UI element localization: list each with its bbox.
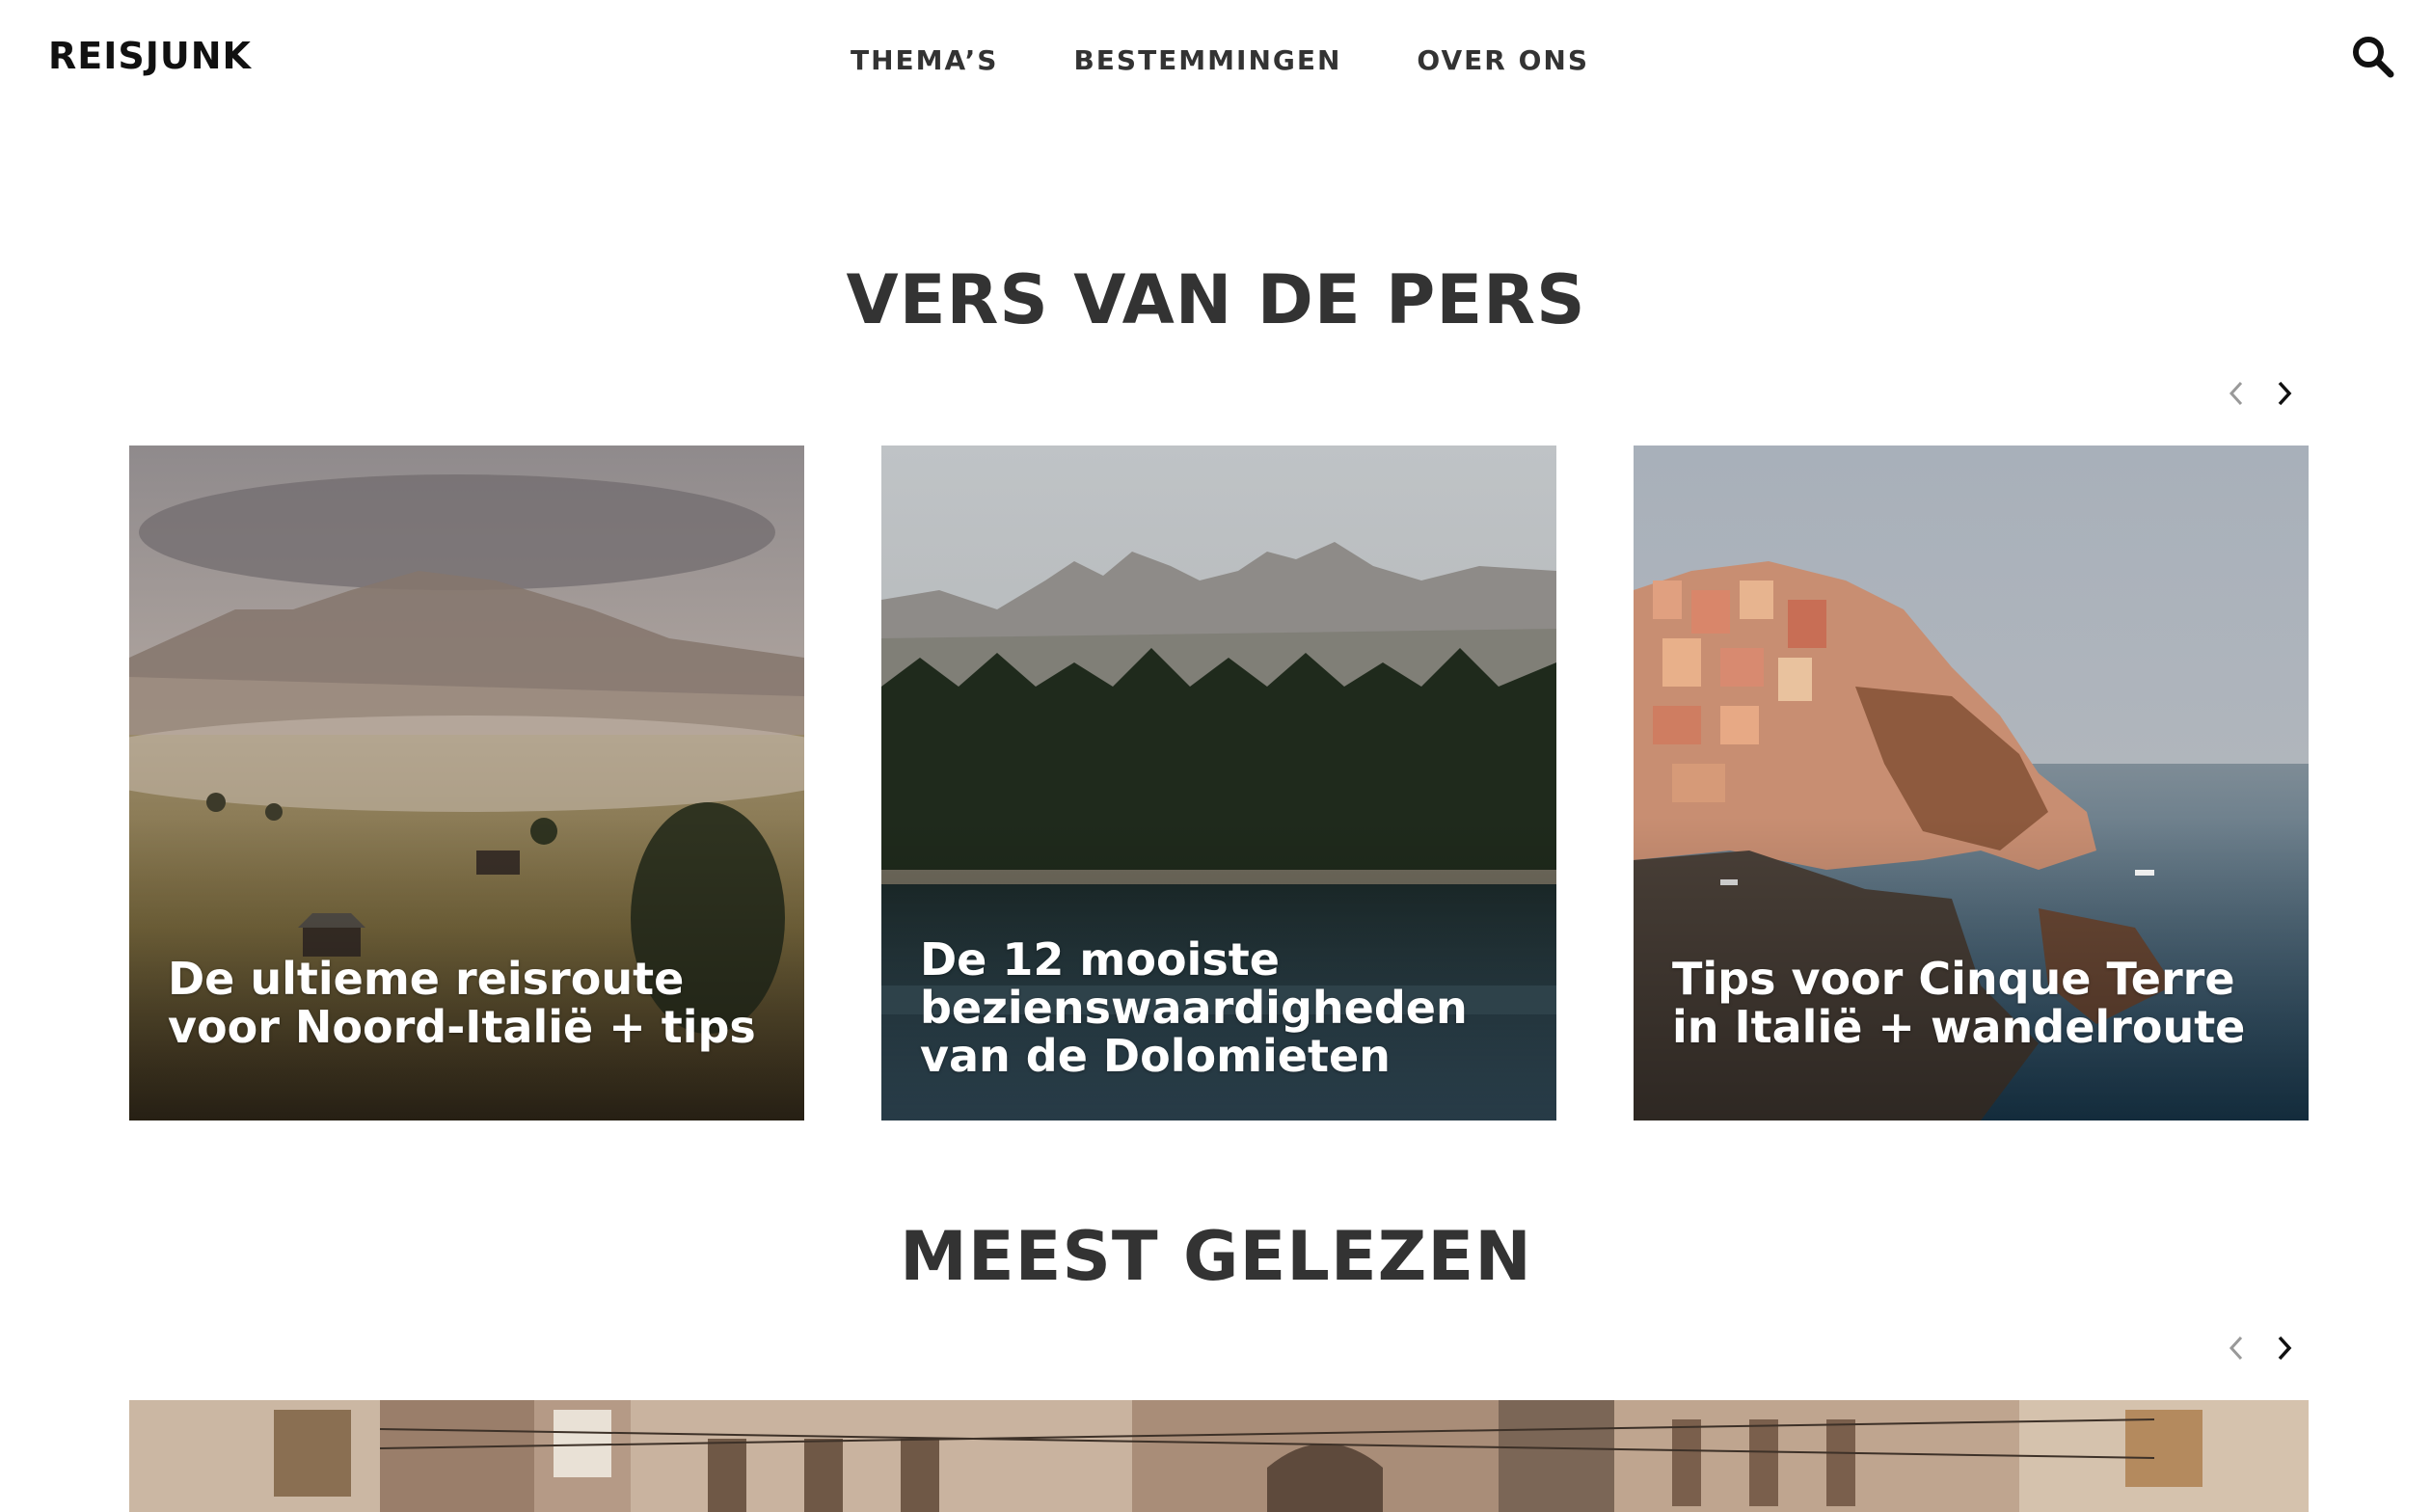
section-title-popular: MEEST GELEZEN [900, 1217, 1532, 1296]
chevron-left-icon [2229, 1336, 2243, 1361]
nav-item-bestemmingen[interactable]: BESTEMMINGEN [1073, 44, 1341, 76]
article-image [129, 1400, 2309, 1512]
article-title[interactable]: De 12 mooiste bezienswaardigheden van de… [920, 935, 1518, 1080]
carousel-next-button[interactable] [2264, 374, 2303, 413]
article-title[interactable]: Tips voor Cinque Terre in Italië + wande… [1672, 955, 2270, 1051]
carousel-prev-button[interactable] [2218, 1329, 2256, 1367]
article-card[interactable]: Tips voor Cinque Terre in Italië + wande… [1634, 446, 2309, 1120]
page: REISJUNK THEMA’S BESTEMMINGEN OVER ONS V… [0, 0, 2432, 1512]
search-icon [2353, 37, 2394, 78]
chevron-left-icon [2229, 381, 2243, 406]
nav-item-themas[interactable]: THEMA’S [851, 44, 998, 76]
main-nav: THEMA’S BESTEMMINGEN OVER ONS [0, 0, 2432, 120]
popular-article-banner[interactable] [129, 1400, 2309, 1512]
section-title-new: VERS VAN DE PERS [846, 260, 1586, 339]
chevron-right-icon [2278, 1336, 2292, 1361]
carousel-prev-button[interactable] [2218, 374, 2256, 413]
article-card[interactable]: De ultieme reisroute voor Noord-Italië +… [129, 446, 804, 1120]
carousel-next-button[interactable] [2264, 1329, 2303, 1367]
article-card[interactable]: De 12 mooiste bezienswaardigheden van de… [881, 446, 1556, 1120]
nav-item-over-ons[interactable]: OVER ONS [1417, 44, 1589, 76]
chevron-right-icon [2278, 381, 2292, 406]
search-button[interactable] [2349, 33, 2397, 81]
site-header: REISJUNK THEMA’S BESTEMMINGEN OVER ONS [0, 0, 2432, 120]
article-title[interactable]: De ultieme reisroute voor Noord-Italië +… [168, 955, 766, 1051]
